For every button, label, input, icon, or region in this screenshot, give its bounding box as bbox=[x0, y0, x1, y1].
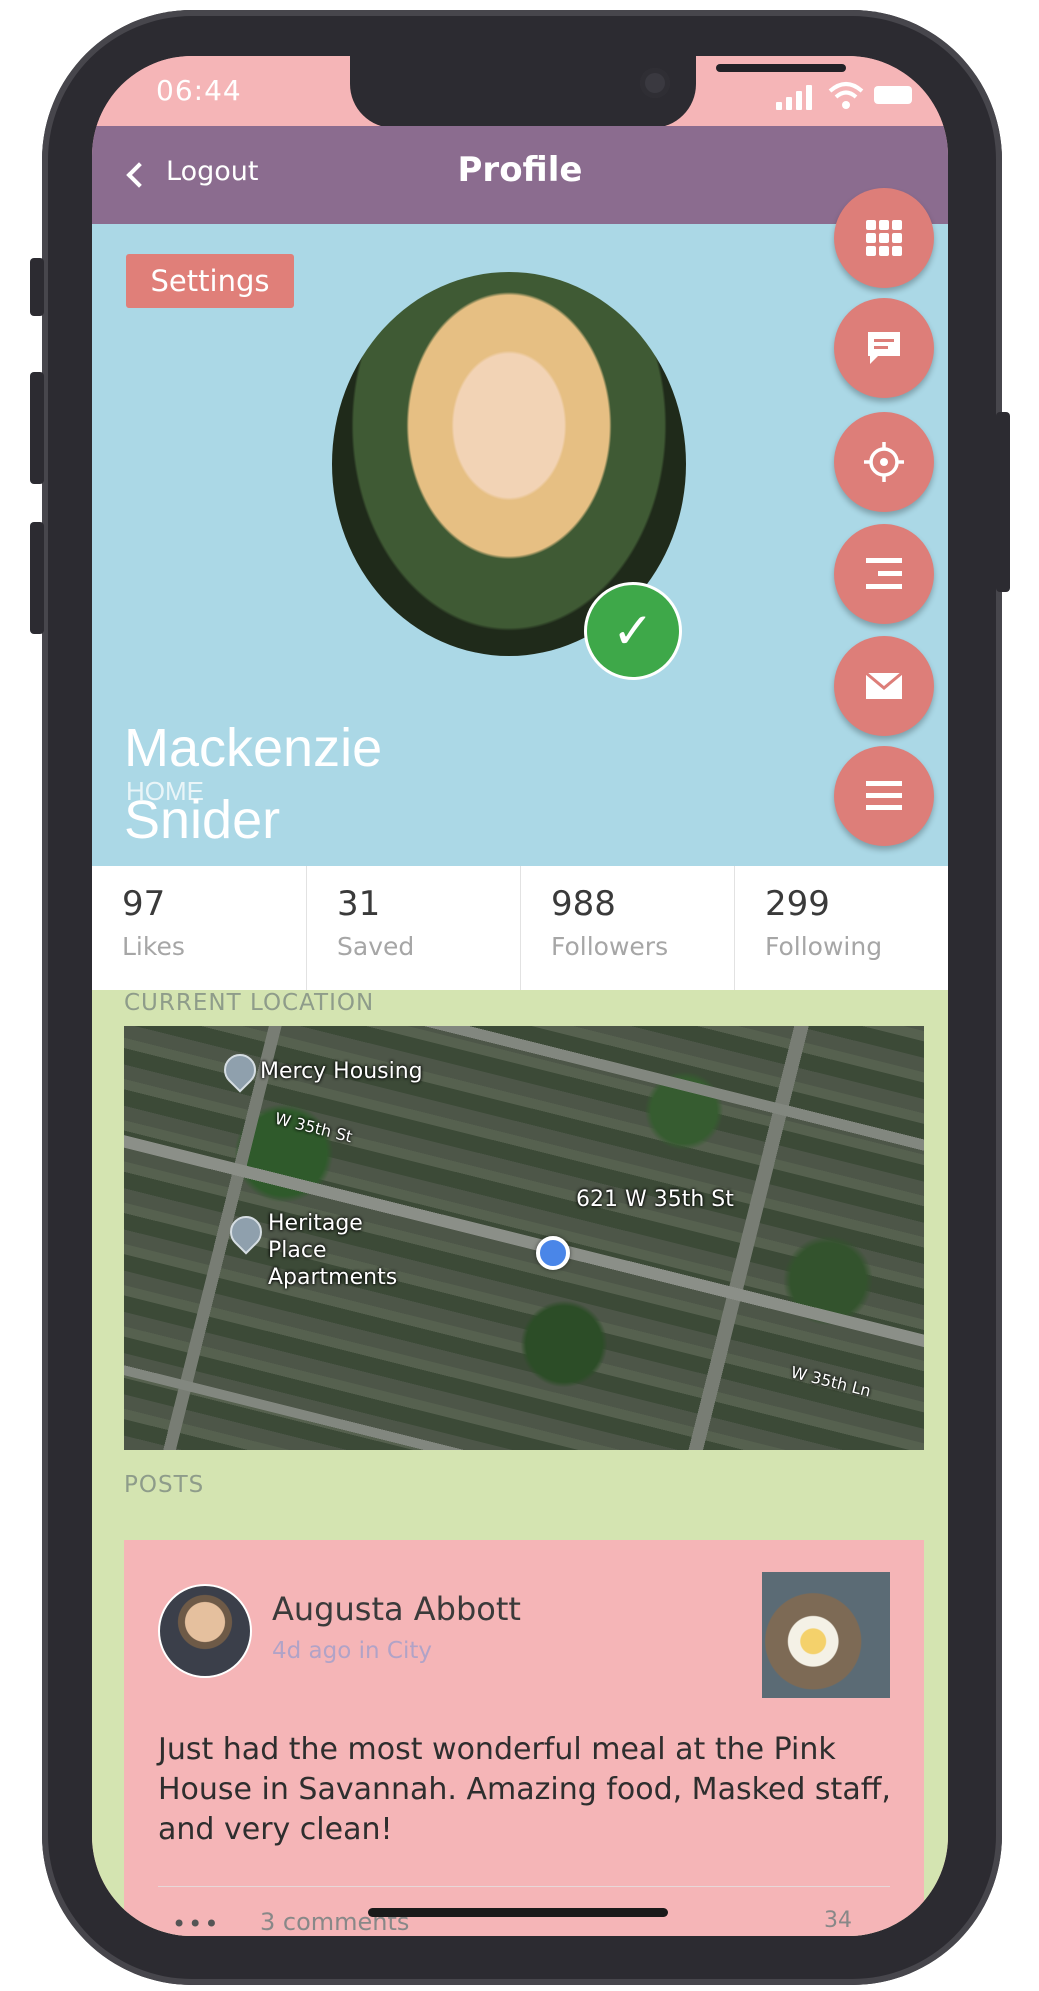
status-time: 06:44 bbox=[156, 74, 242, 107]
posts-heading: POSTS bbox=[124, 1472, 205, 1498]
power-button bbox=[996, 412, 1010, 592]
stat-likes[interactable]: 97 Likes bbox=[92, 866, 306, 990]
chat-bubble-icon bbox=[868, 332, 900, 364]
stat-label: Saved bbox=[337, 932, 415, 961]
phone-screen: 06:44 Logout Profile Settings ✓ Mackenzi… bbox=[92, 56, 948, 1936]
map-pin-icon[interactable] bbox=[223, 1209, 269, 1255]
post-card[interactable]: Augusta Abbott 4d ago in City Just had t… bbox=[124, 1540, 924, 1936]
menu-button[interactable] bbox=[834, 746, 934, 846]
grid-icon bbox=[866, 220, 902, 256]
post-age: 34 bbox=[824, 1908, 852, 1933]
verified-check-icon: ✓ bbox=[584, 582, 682, 680]
stat-following[interactable]: 299 Following bbox=[734, 866, 948, 990]
stat-label: Following bbox=[765, 932, 883, 961]
map-place-label: Mercy Housing bbox=[260, 1059, 423, 1084]
hamburger-icon bbox=[866, 781, 902, 810]
profile-header: Settings ✓ Mackenzie Snider HOME bbox=[92, 224, 948, 866]
map-place-label: Heritage Place Apartments bbox=[268, 1211, 398, 1290]
front-camera bbox=[640, 68, 670, 98]
stat-value: 31 bbox=[337, 884, 381, 924]
settings-button[interactable]: Settings bbox=[126, 254, 294, 308]
post-photo[interactable] bbox=[762, 1572, 890, 1698]
stat-label: Likes bbox=[122, 932, 185, 961]
speaker-grille bbox=[716, 64, 846, 72]
stat-value: 988 bbox=[551, 884, 616, 924]
message-button[interactable] bbox=[834, 298, 934, 398]
page-title: Profile bbox=[457, 150, 583, 190]
current-location-heading: CURRENT LOCATION bbox=[124, 990, 375, 1016]
signal-icon bbox=[776, 84, 816, 110]
map-address-label: 621 W 35th St bbox=[576, 1187, 734, 1212]
envelope-icon bbox=[865, 671, 903, 699]
map-street-label: W 35th Ln bbox=[788, 1362, 873, 1401]
location-map[interactable]: Mercy Housing W 35th St Heritage Place A… bbox=[124, 1026, 924, 1450]
mail-button[interactable] bbox=[834, 636, 934, 736]
locate-button[interactable] bbox=[834, 412, 934, 512]
home-indicator[interactable] bbox=[368, 1908, 668, 1917]
author-avatar[interactable] bbox=[158, 1584, 252, 1678]
stat-followers[interactable]: 988 Followers bbox=[520, 866, 735, 990]
sort-button[interactable] bbox=[834, 524, 934, 624]
map-pin-icon[interactable] bbox=[217, 1047, 263, 1093]
more-icon[interactable]: ••• bbox=[172, 1910, 220, 1936]
align-right-icon bbox=[866, 558, 902, 589]
nav-bar: Logout Profile bbox=[92, 126, 948, 224]
post-text: Just had the most wonderful meal at the … bbox=[158, 1732, 891, 1847]
location-tag: HOME bbox=[126, 776, 204, 806]
crosshair-icon bbox=[864, 442, 904, 482]
stat-value: 97 bbox=[122, 884, 166, 924]
post-meta: 4d ago in City bbox=[272, 1638, 432, 1664]
volume-up-button bbox=[30, 372, 44, 484]
divider bbox=[158, 1886, 890, 1887]
stats-row: 97 Likes 31 Saved 988 Followers 299 Foll… bbox=[92, 866, 948, 990]
stat-label: Followers bbox=[551, 932, 669, 961]
map-street-label: W 35th St bbox=[272, 1108, 355, 1147]
battery-icon bbox=[874, 86, 912, 104]
wifi-icon bbox=[828, 82, 864, 109]
current-location-marker bbox=[536, 1236, 570, 1270]
stat-value: 299 bbox=[765, 884, 830, 924]
notch bbox=[350, 56, 846, 128]
volume-down-button bbox=[30, 522, 44, 634]
stat-saved[interactable]: 31 Saved bbox=[306, 866, 521, 990]
author-name[interactable]: Augusta Abbott bbox=[272, 1590, 521, 1628]
mute-switch bbox=[30, 258, 44, 316]
content-area: CURRENT LOCATION Mercy Housing W 35th St… bbox=[92, 990, 948, 1936]
apps-grid-button[interactable] bbox=[834, 188, 934, 288]
